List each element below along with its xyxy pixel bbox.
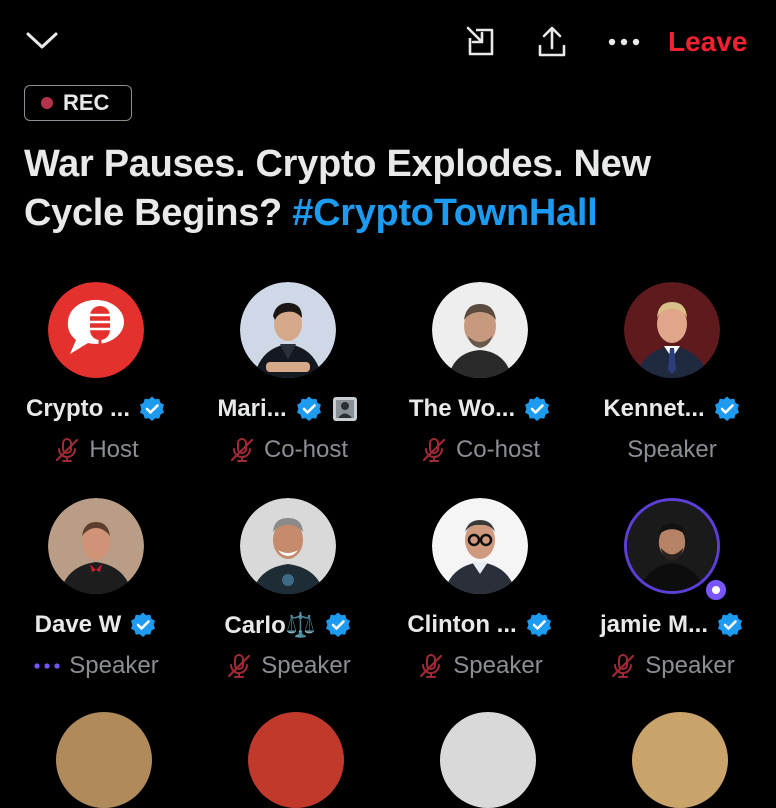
verified-badge-icon bbox=[718, 612, 743, 637]
participant-role-row: Speaker bbox=[576, 650, 768, 682]
participant-role-row: Co-host bbox=[384, 434, 576, 466]
participant-card[interactable]: Crypto ... Host bbox=[0, 278, 192, 478]
participant-role: Speaker bbox=[69, 652, 159, 679]
avatar bbox=[240, 498, 336, 594]
participant-role: Speaker bbox=[645, 652, 735, 679]
affiliate-badge-icon bbox=[332, 397, 357, 421]
participant-name: Dave W bbox=[34, 611, 122, 638]
participant-card[interactable]: jamie M... Speaker bbox=[576, 494, 768, 694]
mic-off-icon bbox=[422, 438, 446, 462]
participant-name-row: Dave W bbox=[0, 608, 192, 642]
participant-name: Clinton ... bbox=[407, 611, 517, 638]
participant-role: Co-host bbox=[455, 436, 541, 463]
share-icon bbox=[538, 26, 566, 57]
recording-dot-icon bbox=[41, 97, 53, 109]
participant-name-row: Carlo⚖️ bbox=[192, 608, 384, 642]
participant-card[interactable]: Mari... Co-host bbox=[192, 278, 384, 478]
avatar bbox=[48, 282, 144, 378]
speaking-indicator-icon bbox=[34, 663, 60, 669]
top-bar: Leave bbox=[0, 0, 776, 82]
leave-button[interactable]: Leave bbox=[668, 22, 768, 62]
participant-name-row: Mari... bbox=[192, 392, 384, 426]
mic-off-icon bbox=[420, 654, 443, 678]
participant-role-row: Speaker bbox=[384, 650, 576, 682]
avatar[interactable] bbox=[632, 712, 728, 808]
participant-role: Speaker bbox=[261, 652, 351, 679]
collapse-button[interactable] bbox=[20, 22, 64, 58]
chevron-down-icon bbox=[26, 32, 58, 49]
minimize-button[interactable] bbox=[456, 20, 504, 64]
participant-name: Mari... bbox=[217, 395, 287, 422]
avatar bbox=[48, 498, 144, 594]
mic-off-icon bbox=[56, 438, 79, 462]
avatar[interactable] bbox=[248, 712, 344, 808]
mic-off-icon bbox=[228, 654, 251, 678]
minimize-icon bbox=[466, 26, 494, 56]
avatar bbox=[432, 282, 528, 378]
participant-name-row: Crypto ... bbox=[0, 392, 192, 426]
avatar[interactable] bbox=[440, 712, 536, 808]
avatar[interactable] bbox=[56, 712, 152, 808]
participant-role: Host bbox=[89, 436, 139, 463]
participant-name-row: Kennet... bbox=[576, 392, 768, 426]
avatar bbox=[432, 498, 528, 594]
more-icon bbox=[608, 38, 640, 46]
participant-name: jamie M... bbox=[599, 611, 709, 638]
participant-name-row: jamie M... bbox=[576, 608, 768, 642]
participant-name: The Wo... bbox=[408, 395, 516, 422]
verified-badge-icon bbox=[296, 396, 321, 421]
participant-role-row: Speaker bbox=[576, 434, 768, 466]
verified-badge-icon bbox=[525, 396, 550, 421]
participant-role-row: Co-host bbox=[192, 434, 384, 466]
participant-role: Speaker bbox=[627, 436, 717, 463]
mic-off-icon bbox=[230, 438, 254, 462]
space-hashtag-link[interactable]: #CryptoTownHall bbox=[292, 192, 597, 234]
participant-name: Crypto ... bbox=[25, 395, 130, 422]
participant-name: Kennet... bbox=[603, 395, 705, 422]
participant-name: Carlo⚖️ bbox=[224, 611, 316, 639]
avatar bbox=[240, 282, 336, 378]
purple-status-icon bbox=[704, 578, 728, 602]
verified-badge-icon bbox=[131, 612, 156, 637]
verified-badge-icon bbox=[526, 612, 551, 637]
participant-card[interactable]: Carlo⚖️ Speaker bbox=[192, 494, 384, 694]
participant-card[interactable]: Kennet... Speaker bbox=[576, 278, 768, 478]
participant-card[interactable]: Clinton ... Speaker bbox=[384, 494, 576, 694]
participant-card[interactable]: Dave W Speaker bbox=[0, 494, 192, 694]
more-button[interactable] bbox=[600, 20, 648, 64]
avatar bbox=[624, 282, 720, 378]
share-button[interactable] bbox=[528, 20, 576, 64]
verified-badge-icon bbox=[325, 612, 350, 637]
participant-role: Co-host bbox=[263, 436, 349, 463]
participant-name-row: The Wo... bbox=[384, 392, 576, 426]
participant-name-row: Clinton ... bbox=[384, 608, 576, 642]
participant-card[interactable]: The Wo... Co-host bbox=[384, 278, 576, 478]
participant-role: Speaker bbox=[453, 652, 543, 679]
mic-off-icon bbox=[612, 654, 635, 678]
participant-role-row: Speaker bbox=[192, 650, 384, 682]
recording-badge: REC bbox=[24, 85, 132, 121]
participant-role-row: Speaker bbox=[0, 650, 192, 682]
participant-role-row: Host bbox=[0, 434, 192, 466]
space-title: War Pauses. Crypto Explodes. New Cycle B… bbox=[24, 140, 754, 238]
verified-badge-icon bbox=[140, 396, 164, 421]
verified-badge-icon bbox=[714, 396, 739, 421]
recording-label: REC bbox=[63, 90, 110, 115]
